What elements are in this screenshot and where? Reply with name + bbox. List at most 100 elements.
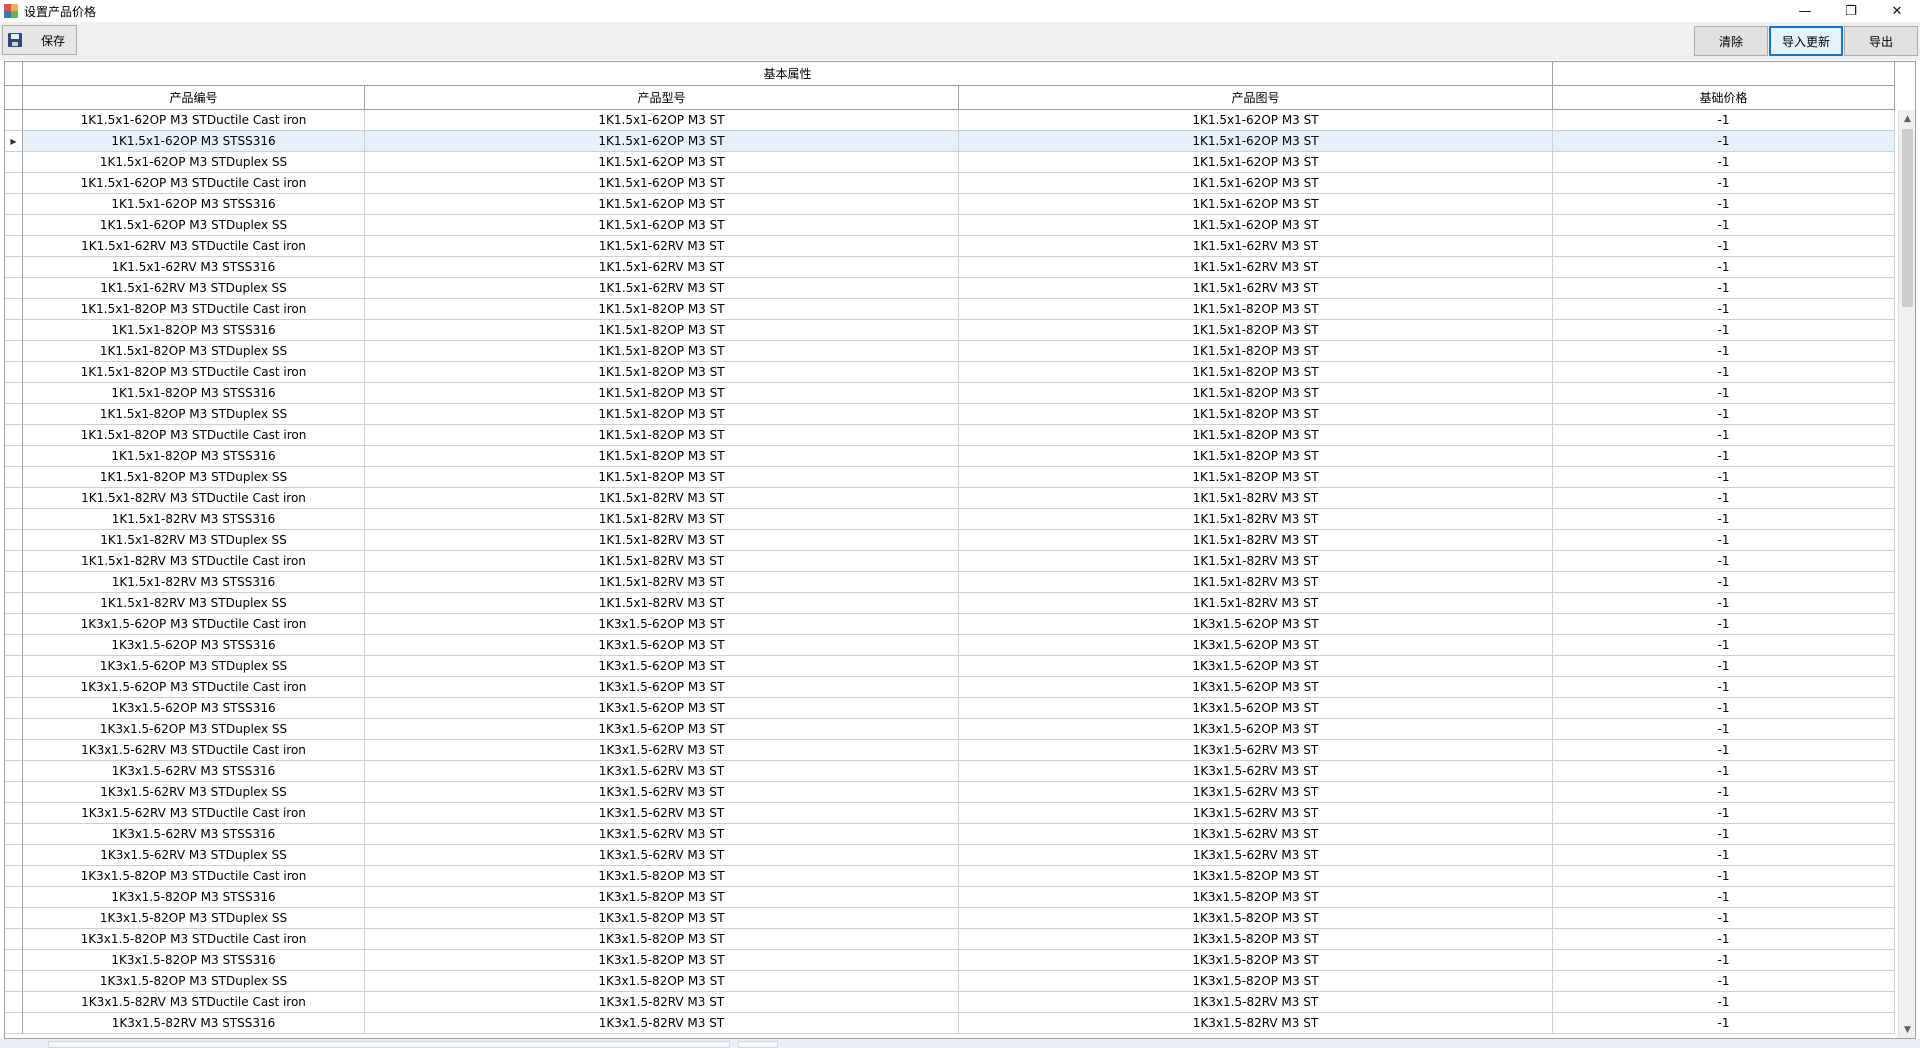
cell-base-price[interactable]: -1 xyxy=(1553,215,1895,236)
table-row[interactable]: 1K3x1.5-82OP M3 STSS316 1K3x1.5-82OP M3 S… xyxy=(5,887,1901,908)
cell-product-code[interactable]: 1K1.5x1-82OP M3 STSS316 xyxy=(23,446,365,467)
row-header[interactable] xyxy=(5,992,23,1013)
cell-product-model[interactable]: 1K1.5x1-62OP M3 ST xyxy=(365,110,959,131)
cell-product-drawing[interactable]: 1K1.5x1-82OP M3 ST xyxy=(959,362,1553,383)
cell-base-price[interactable]: -1 xyxy=(1553,446,1895,467)
cell-product-drawing[interactable]: 1K1.5x1-82RV M3 ST xyxy=(959,593,1553,614)
cell-product-code[interactable]: 1K3x1.5-62RV M3 STSS316 xyxy=(23,761,365,782)
cell-base-price[interactable]: -1 xyxy=(1553,803,1895,824)
cell-product-drawing[interactable]: 1K1.5x1-62RV M3 ST xyxy=(959,278,1553,299)
table-row[interactable]: 1K1.5x1-82RV M3 STDuplex SS 1K1.5x1-82RV … xyxy=(5,530,1901,551)
cell-product-code[interactable]: 1K3x1.5-62OP M3 STDuplex SS xyxy=(23,656,365,677)
cell-base-price[interactable]: -1 xyxy=(1553,635,1895,656)
row-header[interactable] xyxy=(5,677,23,698)
cell-base-price[interactable]: -1 xyxy=(1553,740,1895,761)
table-row[interactable]: 1K3x1.5-62OP M3 STDuplex SS 1K3x1.5-62OP … xyxy=(5,656,1901,677)
cell-product-code[interactable]: 1K3x1.5-62OP M3 STDuctile Cast iron xyxy=(23,614,365,635)
row-header[interactable] xyxy=(5,740,23,761)
table-row[interactable]: 1K3x1.5-62RV M3 STSS316 1K3x1.5-62RV M3 S… xyxy=(5,824,1901,845)
cell-base-price[interactable]: -1 xyxy=(1553,173,1895,194)
cell-product-drawing[interactable]: 1K1.5x1-82RV M3 ST xyxy=(959,551,1553,572)
cell-product-drawing[interactable]: 1K1.5x1-62OP M3 ST xyxy=(959,152,1553,173)
cell-product-model[interactable]: 1K3x1.5-82OP M3 ST xyxy=(365,908,959,929)
cell-product-model[interactable]: 1K3x1.5-82OP M3 ST xyxy=(365,971,959,992)
cell-base-price[interactable]: -1 xyxy=(1553,992,1895,1013)
cell-base-price[interactable]: -1 xyxy=(1553,824,1895,845)
export-button[interactable]: 导出 xyxy=(1844,26,1918,56)
row-header[interactable] xyxy=(5,656,23,677)
cell-product-model[interactable]: 1K1.5x1-82OP M3 ST xyxy=(365,362,959,383)
row-header[interactable] xyxy=(5,257,23,278)
cell-product-drawing[interactable]: 1K1.5x1-82RV M3 ST xyxy=(959,488,1553,509)
cell-base-price[interactable]: -1 xyxy=(1553,509,1895,530)
cell-product-code[interactable]: 1K1.5x1-62OP M3 STSS316 xyxy=(23,131,365,152)
cell-product-drawing[interactable]: 1K3x1.5-62RV M3 ST xyxy=(959,845,1553,866)
table-row[interactable]: 1K3x1.5-82RV M3 STSS316 1K3x1.5-82RV M3 S… xyxy=(5,1013,1901,1034)
cell-product-code[interactable]: 1K1.5x1-62OP M3 STSS316 xyxy=(23,194,365,215)
cell-product-model[interactable]: 1K3x1.5-62RV M3 ST xyxy=(365,845,959,866)
table-row[interactable]: 1K1.5x1-82OP M3 STSS316 1K1.5x1-82OP M3 S… xyxy=(5,383,1901,404)
table-row[interactable]: 1K3x1.5-82OP M3 STSS316 1K3x1.5-82OP M3 S… xyxy=(5,950,1901,971)
cell-product-code[interactable]: 1K3x1.5-62OP M3 STSS316 xyxy=(23,698,365,719)
row-header[interactable] xyxy=(5,803,23,824)
cell-base-price[interactable]: -1 xyxy=(1553,110,1895,131)
cell-product-code[interactable]: 1K3x1.5-82OP M3 STDuctile Cast iron xyxy=(23,929,365,950)
cell-base-price[interactable]: -1 xyxy=(1553,131,1895,152)
cell-product-code[interactable]: 1K1.5x1-62OP M3 STDuctile Cast iron xyxy=(23,110,365,131)
cell-product-drawing[interactable]: 1K1.5x1-82RV M3 ST xyxy=(959,530,1553,551)
row-header[interactable] xyxy=(5,698,23,719)
cell-product-model[interactable]: 1K1.5x1-82OP M3 ST xyxy=(365,425,959,446)
cell-product-drawing[interactable]: 1K3x1.5-62OP M3 ST xyxy=(959,719,1553,740)
cell-base-price[interactable]: -1 xyxy=(1553,614,1895,635)
cell-product-code[interactable]: 1K1.5x1-62OP M3 STDuplex SS xyxy=(23,152,365,173)
cell-product-drawing[interactable]: 1K1.5x1-62OP M3 ST xyxy=(959,110,1553,131)
cell-product-model[interactable]: 1K3x1.5-82RV M3 ST xyxy=(365,1013,959,1034)
cell-base-price[interactable]: -1 xyxy=(1553,761,1895,782)
cell-product-model[interactable]: 1K3x1.5-62RV M3 ST xyxy=(365,782,959,803)
cell-product-code[interactable]: 1K3x1.5-62OP M3 STSS316 xyxy=(23,635,365,656)
cell-base-price[interactable]: -1 xyxy=(1553,551,1895,572)
row-header[interactable] xyxy=(5,950,23,971)
cell-base-price[interactable]: -1 xyxy=(1553,782,1895,803)
row-header[interactable] xyxy=(5,488,23,509)
table-row[interactable]: 1K3x1.5-62OP M3 STDuctile Cast iron 1K3x1… xyxy=(5,677,1901,698)
row-header[interactable] xyxy=(5,194,23,215)
cell-product-drawing[interactable]: 1K3x1.5-82OP M3 ST xyxy=(959,971,1553,992)
table-row[interactable]: 1K1.5x1-82RV M3 STSS316 1K1.5x1-82RV M3 S… xyxy=(5,572,1901,593)
cell-product-model[interactable]: 1K3x1.5-82OP M3 ST xyxy=(365,866,959,887)
cell-product-drawing[interactable]: 1K1.5x1-62RV M3 ST xyxy=(959,257,1553,278)
cell-product-model[interactable]: 1K3x1.5-62OP M3 ST xyxy=(365,698,959,719)
table-row[interactable]: 1K1.5x1-82OP M3 STSS316 1K1.5x1-82OP M3 S… xyxy=(5,320,1901,341)
arrow-down-icon[interactable]: ▼ xyxy=(1899,1021,1915,1038)
table-row[interactable]: 1K1.5x1-62RV M3 STDuctile Cast iron 1K1.5… xyxy=(5,236,1901,257)
cell-base-price[interactable]: -1 xyxy=(1553,971,1895,992)
cell-product-drawing[interactable]: 1K1.5x1-62OP M3 ST xyxy=(959,173,1553,194)
import-update-button[interactable]: 导入更新 xyxy=(1769,26,1843,56)
cell-product-model[interactable]: 1K1.5x1-62OP M3 ST xyxy=(365,194,959,215)
cell-product-drawing[interactable]: 1K1.5x1-62OP M3 ST xyxy=(959,215,1553,236)
row-header[interactable] xyxy=(5,824,23,845)
row-header[interactable] xyxy=(5,404,23,425)
cell-product-code[interactable]: 1K3x1.5-82OP M3 STSS316 xyxy=(23,887,365,908)
row-header[interactable] xyxy=(5,866,23,887)
cell-product-drawing[interactable]: 1K1.5x1-62OP M3 ST xyxy=(959,131,1553,152)
cell-product-code[interactable]: 1K1.5x1-82OP M3 STDuplex SS xyxy=(23,341,365,362)
table-row[interactable]: 1K1.5x1-82RV M3 STDuctile Cast iron 1K1.5… xyxy=(5,551,1901,572)
cell-product-code[interactable]: 1K3x1.5-62RV M3 STDuplex SS xyxy=(23,845,365,866)
row-header[interactable]: ▶ xyxy=(5,131,23,152)
cell-product-drawing[interactable]: 1K1.5x1-82OP M3 ST xyxy=(959,383,1553,404)
row-header[interactable] xyxy=(5,782,23,803)
cell-product-drawing[interactable]: 1K3x1.5-82RV M3 ST xyxy=(959,1013,1553,1034)
cell-product-model[interactable]: 1K1.5x1-62OP M3 ST xyxy=(365,173,959,194)
cell-product-code[interactable]: 1K1.5x1-62RV M3 STDuplex SS xyxy=(23,278,365,299)
cell-product-drawing[interactable]: 1K3x1.5-62OP M3 ST xyxy=(959,677,1553,698)
cell-product-code[interactable]: 1K1.5x1-62OP M3 STDuplex SS xyxy=(23,215,365,236)
cell-product-drawing[interactable]: 1K3x1.5-82OP M3 ST xyxy=(959,866,1553,887)
column-header-product-model[interactable]: 产品型号 xyxy=(365,86,959,110)
table-row[interactable]: 1K1.5x1-62RV M3 STDuplex SS 1K1.5x1-62RV … xyxy=(5,278,1901,299)
cell-base-price[interactable]: -1 xyxy=(1553,341,1895,362)
cell-base-price[interactable]: -1 xyxy=(1553,404,1895,425)
table-row[interactable]: 1K1.5x1-62OP M3 STDuctile Cast iron 1K1.5… xyxy=(5,173,1901,194)
cell-base-price[interactable]: -1 xyxy=(1553,257,1895,278)
table-row[interactable]: 1K3x1.5-62OP M3 STDuctile Cast iron 1K3x1… xyxy=(5,614,1901,635)
